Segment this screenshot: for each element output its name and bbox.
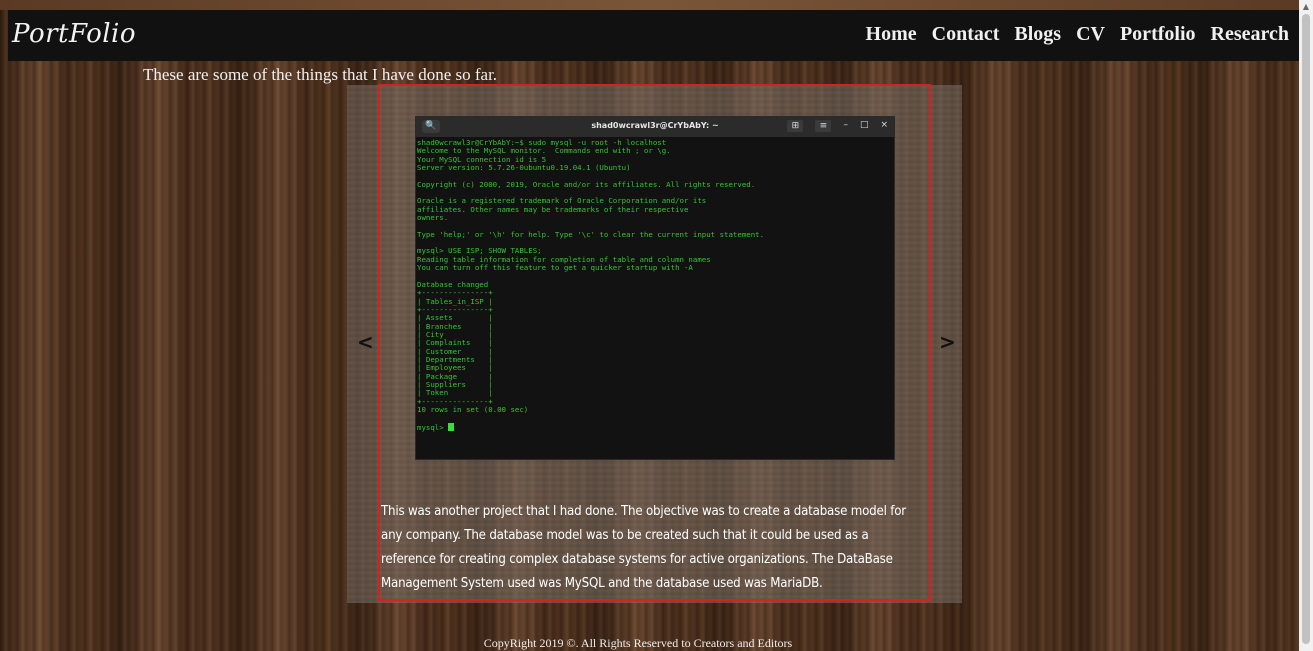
page-scrollbar[interactable]: ▲ <box>1299 0 1313 651</box>
minimize-icon: – <box>843 120 848 130</box>
page-top-strip <box>0 0 1313 10</box>
slide-caption: This was another project that I had done… <box>381 504 906 591</box>
nav-link-research[interactable]: Research <box>1211 23 1290 46</box>
nav-link-portfolio[interactable]: Portfolio <box>1120 23 1196 46</box>
footer-copyright: CopyRight 2019 ©. All Rights Reserved to… <box>483 636 793 650</box>
carousel-next-button[interactable]: > <box>939 330 956 354</box>
site-logo[interactable]: PortFolio <box>12 19 136 49</box>
terminal-titlebar: 🔍 shad0wcrawl3r@CrYbAbY: ~ ⊞ ≡ – □ × <box>416 117 894 137</box>
terminal-output-lines: shad0wcrawl3r@CrYbAbY:~$ sudo mysql -u r… <box>417 138 765 414</box>
nav-link-contact[interactable]: Contact <box>932 23 1000 46</box>
terminal-prompt: mysql> <box>417 422 449 432</box>
scroll-up-arrow-icon[interactable]: ▲ <box>1299 2 1313 11</box>
close-icon: × <box>880 120 888 130</box>
carousel-prev-button[interactable]: < <box>357 330 374 354</box>
nav-link-home[interactable]: Home <box>866 23 917 46</box>
terminal-window-controls: ⊞ ≡ – □ × <box>787 120 888 132</box>
terminal-cursor <box>448 422 455 431</box>
new-tab-icon: ⊞ <box>787 120 804 132</box>
navbar: PortFolio Home Contact Blogs CV Portfoli… <box>8 10 1299 61</box>
nav-link-cv[interactable]: CV <box>1076 23 1105 46</box>
slide-image-terminal-screenshot: 🔍 shad0wcrawl3r@CrYbAbY: ~ ⊞ ≡ – □ × sha… <box>415 116 895 460</box>
nav-link-blogs[interactable]: Blogs <box>1014 23 1061 46</box>
nav-menu: Home Contact Blogs CV Portfolio Research <box>866 23 1289 46</box>
menu-icon: ≡ <box>815 120 832 132</box>
scrollbar-thumb[interactable] <box>1302 14 1310 644</box>
intro-text: These are some of the things that I have… <box>143 65 498 84</box>
maximize-icon: □ <box>859 120 869 130</box>
terminal-output: shad0wcrawl3r@CrYbAbY:~$ sudo mysql -u r… <box>416 137 894 432</box>
